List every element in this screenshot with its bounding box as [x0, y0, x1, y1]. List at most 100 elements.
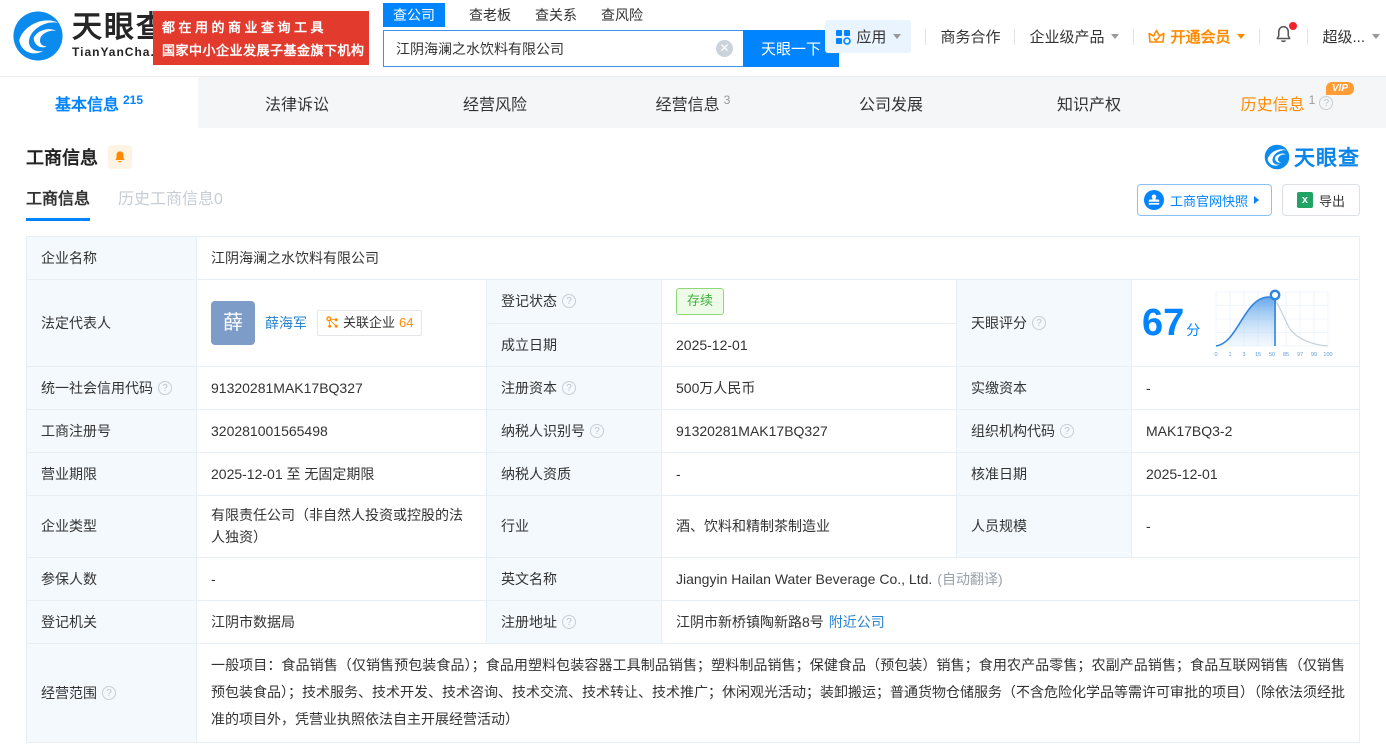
tab-operation-risk[interactable]: 经营风险	[396, 77, 594, 128]
field-label-staff-size: 人员规模	[957, 496, 1132, 558]
related-companies-badge[interactable]: 关联企业 64	[317, 310, 422, 337]
search-tabs: 查公司 查老板 查关系 查风险	[383, 2, 839, 28]
field-label-taxpayer-no: 纳税人识别号?	[487, 410, 662, 453]
score-distribution-chart: 0131550859799100	[1210, 286, 1334, 360]
tab-count: 1	[1309, 93, 1316, 107]
monitor-bell-button[interactable]	[108, 145, 132, 169]
chevron-down-icon	[1111, 34, 1119, 39]
search-tab-boss[interactable]: 查老板	[469, 3, 511, 27]
apps-menu[interactable]: 应用	[825, 20, 911, 53]
legal-rep-avatar[interactable]: 薛	[211, 301, 255, 345]
help-icon[interactable]: ?	[1319, 96, 1333, 110]
search-input[interactable]	[383, 30, 743, 67]
vip-menu[interactable]: 开通会员	[1148, 26, 1245, 47]
banner-line1: 都在用的商业查询工具	[162, 17, 360, 36]
chevron-right-icon	[1254, 196, 1259, 204]
field-value-approve-date: 2025-12-01	[1132, 453, 1360, 496]
banner-line2: 国家中小企业发展子基金旗下机构	[162, 40, 360, 59]
export-label: 导出	[1319, 191, 1345, 210]
enterprise-menu[interactable]: 企业级产品	[1029, 26, 1119, 47]
field-label-reg-org: 登记机关	[27, 601, 197, 644]
field-label-credit-code: 统一社会信用代码?	[27, 367, 197, 410]
score-number: 67	[1142, 302, 1184, 344]
field-value-org-code: MAK17BQ3-2	[1132, 410, 1360, 453]
status-badge: 存续	[676, 288, 724, 315]
help-icon[interactable]: ?	[590, 424, 604, 438]
svg-text:15: 15	[1255, 352, 1261, 358]
help-icon[interactable]: ?	[562, 615, 576, 629]
field-value-paid-capital: -	[1132, 367, 1360, 410]
field-label-establish-date: 成立日期	[487, 324, 662, 367]
tab-company-development[interactable]: 公司发展	[792, 77, 990, 128]
vip-badge: VIP	[1326, 82, 1354, 95]
field-label-taxpayer-quality: 纳税人资质	[487, 453, 662, 496]
enterprise-label: 企业级产品	[1029, 26, 1104, 47]
tab-legal-litigation[interactable]: 法律诉讼	[198, 77, 396, 128]
super-vip-menu[interactable]: 超级...	[1322, 26, 1380, 47]
search-tab-company[interactable]: 查公司	[383, 3, 445, 27]
search-tab-relation[interactable]: 查关系	[535, 3, 577, 27]
divider	[1259, 29, 1260, 45]
field-value-scope: 一般项目：食品销售（仅销售预包装食品）；食品用塑料包装容器工具制品销售；塑料制品…	[197, 644, 1360, 743]
tab-label: 法律诉讼	[265, 91, 329, 115]
subtab-history-business-info[interactable]: 历史工商信息0	[118, 185, 223, 221]
divider	[1307, 29, 1308, 45]
svg-text:85: 85	[1283, 352, 1289, 358]
field-value-english-name: Jiangyin Hailan Water Beverage Co., Ltd.…	[662, 558, 1360, 601]
export-button[interactable]: x 导出	[1282, 184, 1360, 216]
field-value-reg-capital: 500万人民币	[662, 367, 957, 410]
field-label-approve-date: 核准日期	[957, 453, 1132, 496]
field-value-establish-date: 2025-12-01	[662, 324, 957, 367]
tab-label: 知识产权	[1057, 91, 1121, 115]
tab-operation-info[interactable]: 经营信息 3	[594, 77, 792, 128]
subtab-business-info[interactable]: 工商信息	[26, 185, 90, 221]
search-tab-risk[interactable]: 查风险	[601, 3, 643, 27]
field-label-reg-no: 工商注册号	[27, 410, 197, 453]
related-count: 64	[399, 313, 413, 334]
field-label-scope: 经营范围?	[27, 644, 197, 743]
clear-search-icon[interactable]: ✕	[716, 40, 733, 57]
help-icon[interactable]: ?	[562, 381, 576, 395]
field-value-industry: 酒、饮料和精制茶制造业	[662, 496, 957, 558]
related-label: 关联企业	[343, 313, 395, 334]
crown-icon	[1148, 29, 1165, 44]
tab-basic-info[interactable]: 基本信息 215	[0, 77, 198, 128]
field-value-reg-no: 320281001565498	[197, 410, 487, 453]
help-icon[interactable]: ?	[1032, 316, 1046, 330]
help-icon[interactable]: ?	[562, 294, 576, 308]
nearby-companies-link[interactable]: 附近公司	[829, 611, 885, 633]
field-label-company-name: 企业名称	[27, 237, 197, 280]
chevron-down-icon	[1237, 34, 1245, 39]
excel-icon: x	[1297, 192, 1313, 208]
svg-text:0: 0	[1215, 352, 1218, 358]
field-value-reg-org: 江阴市数据局	[197, 601, 487, 644]
apps-grid-icon	[835, 29, 851, 45]
field-value-tyc-score[interactable]: 67分	[1132, 280, 1360, 367]
tab-history-info[interactable]: VIP 历史信息 1 ?	[1188, 77, 1386, 128]
help-icon[interactable]: ?	[1060, 424, 1074, 438]
field-label-industry: 行业	[487, 496, 662, 558]
tab-label: 经营风险	[463, 91, 527, 115]
promo-banner: 都在用的商业查询工具 国家中小企业发展子基金旗下机构	[153, 11, 369, 65]
svg-text:97: 97	[1297, 352, 1303, 358]
vip-label: 开通会员	[1170, 26, 1230, 47]
company-nav-tabs: 基本信息 215 法律诉讼 经营风险 经营信息 3 公司发展 知识产权 VIP …	[0, 76, 1386, 128]
tab-label: 历史信息	[1241, 91, 1305, 115]
score-unit: 分	[1186, 322, 1200, 338]
official-snapshot-button[interactable]: 工商官网快照	[1137, 184, 1272, 216]
tab-label: 基本信息	[55, 91, 119, 115]
legal-rep-name-link[interactable]: 薛海军	[265, 312, 307, 334]
help-icon[interactable]: ?	[158, 381, 172, 395]
notifications-button[interactable]	[1274, 25, 1293, 48]
tianyancha-logo-icon	[1264, 144, 1290, 170]
field-value-insured: -	[197, 558, 487, 601]
field-value-company-type: 有限责任公司（非自然人投资或控股的法人独资）	[197, 496, 487, 558]
cooperation-menu[interactable]: 商务合作	[940, 26, 1000, 47]
tab-label: 经营信息	[656, 91, 720, 115]
help-icon[interactable]: ?	[102, 686, 116, 700]
field-value-staff-size: -	[1132, 496, 1360, 558]
field-label-address: 注册地址?	[487, 601, 662, 644]
field-value-reg-status: 存续	[662, 280, 957, 324]
field-label-reg-status: 登记状态?	[487, 280, 662, 324]
tab-intellectual-property[interactable]: 知识产权	[990, 77, 1188, 128]
